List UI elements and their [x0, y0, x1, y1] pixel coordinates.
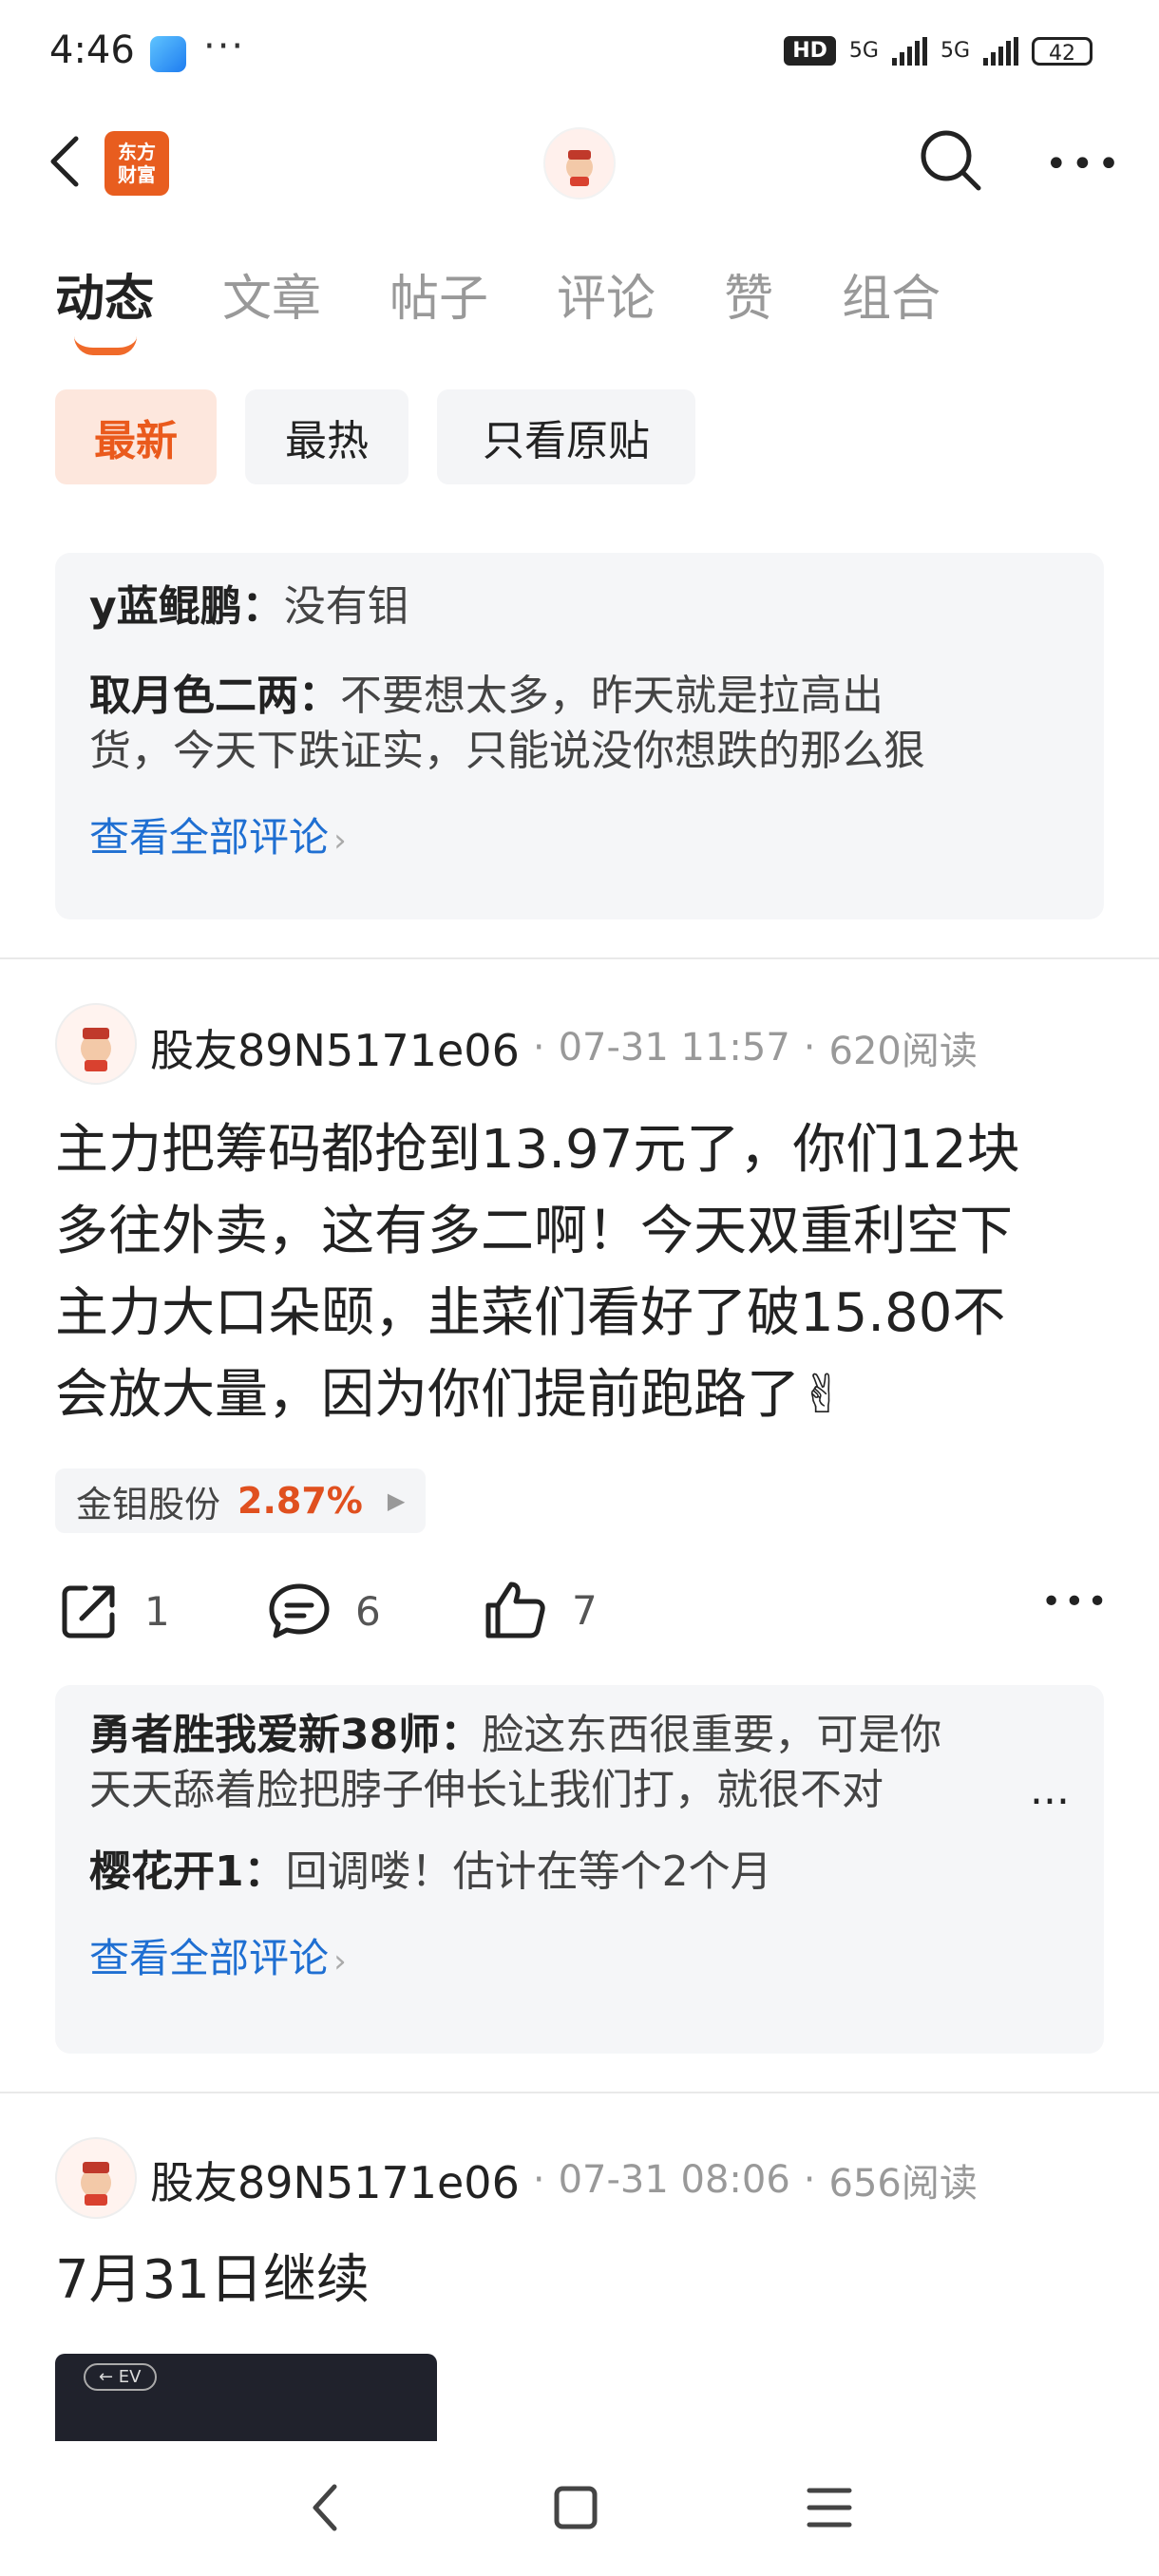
profile-tabs: 动态 文章 帖子 评论 赞 组合: [55, 258, 1009, 330]
meta-sep: ·: [532, 2158, 545, 2202]
filter-original-only[interactable]: 只看原贴: [437, 389, 695, 484]
share-button[interactable]: 1: [59, 1581, 170, 1641]
comment-preview-box: 勇者胜我爱新38师：脸这东西很重要，可是你 天天舔着脸把脖子伸长让我们打，就很不…: [55, 1685, 1104, 2054]
author-name[interactable]: 股友89N5171e06: [150, 1016, 520, 1079]
author-name[interactable]: 股友89N5171e06: [150, 2149, 520, 2211]
status-bar: 4:46 ··· HD 5G 5G 42: [0, 0, 1159, 104]
status-time: 4:46: [49, 28, 135, 72]
app-logo[interactable]: 东方 财富: [104, 131, 169, 196]
chevron-right-icon: ›: [333, 1942, 347, 1980]
tab-comments[interactable]: 评论: [557, 258, 656, 330]
nav-menu-icon[interactable]: [806, 2485, 853, 2530]
post-reads: 656阅读: [828, 2162, 978, 2206]
hd-icon: HD: [784, 36, 836, 66]
thumb-label: ← EV: [84, 2363, 157, 2391]
net-label-2: 5G: [940, 39, 970, 63]
post-reads: 620阅读: [828, 1030, 978, 1073]
comment-item: 樱花开1：回调喽！估计在等个2个月: [89, 1845, 1070, 1900]
like-count: 7: [572, 1586, 598, 1634]
see-all-label: 查看全部评论: [89, 814, 330, 861]
chevron-right-icon: ›: [333, 822, 347, 860]
back-icon[interactable]: [46, 133, 84, 190]
divider: [0, 957, 1159, 959]
see-all-comments-link[interactable]: 查看全部评论 ›: [89, 805, 1070, 863]
thumbs-up-icon: [485, 1582, 545, 1638]
comment-preview-box: y蓝鲲鹏：没有钼 取月色二两：不要想太多，昨天就是拉高出 货，今天下跌证实，只能…: [55, 553, 1104, 919]
tab-portfolio[interactable]: 组合: [842, 258, 940, 330]
commenter-name[interactable]: 勇者胜我爱新38师：: [89, 1711, 482, 1759]
search-icon[interactable]: [918, 127, 984, 194]
post-line: 主力把筹码都抢到13.97元了，你们12块: [55, 1119, 1020, 1181]
comment-text: 脸这东西很重要，可是你: [482, 1711, 942, 1759]
comment-text: 天天舔着脸把脖子伸长让我们打，就很不对: [89, 1766, 884, 1814]
post-date: 07-31 11:57: [558, 1026, 790, 1070]
comment-item: y蓝鲲鹏：没有钼: [89, 553, 1070, 635]
logo-text-2: 财富: [118, 163, 156, 186]
signal-icon: [983, 36, 1018, 66]
active-tab-indicator: [74, 336, 137, 355]
stock-tag[interactable]: 金钼股份 2.87% ▶: [55, 1468, 426, 1533]
mascot-icon: [566, 150, 593, 186]
comment-text: 回调喽！估计在等个2个月: [285, 1847, 772, 1896]
post-header: 股友89N5171e06 · 07-31 11:57 · 620阅读: [150, 1016, 978, 1079]
see-all-label: 查看全部评论: [89, 1935, 330, 1981]
status-indicators: HD 5G 5G 42: [784, 36, 1092, 66]
author-avatar[interactable]: [55, 2137, 137, 2219]
meta-sep: ·: [803, 2158, 816, 2202]
post-line: 主力大口朵颐，韭菜们看好了破15.80不: [55, 1282, 1006, 1344]
comment-text: 没有钼: [283, 582, 409, 631]
comment-item: 勇者胜我爱新38师：脸这东西很重要，可是你 天天舔着脸把脖子伸长让我们打，就很不…: [89, 1685, 1070, 1818]
tab-articles[interactable]: 文章: [222, 258, 321, 330]
post-body[interactable]: 主力把筹码都抢到13.97元了，你们12块 多往外卖，这有多二啊！今天双重利空下…: [55, 1109, 1110, 1436]
comment-item: 取月色二两：不要想太多，昨天就是拉高出 货，今天下跌证实，只能说没你想跌的那么狠: [89, 669, 1070, 779]
comment-button[interactable]: 6: [268, 1581, 381, 1641]
commenter-name[interactable]: 樱花开1：: [89, 1847, 286, 1896]
author-avatar[interactable]: [55, 1003, 137, 1085]
comment-count: 6: [355, 1587, 381, 1635]
post-date: 07-31 08:06: [558, 2158, 790, 2202]
more-options-icon[interactable]: •••: [1045, 142, 1124, 186]
like-button[interactable]: 7: [483, 1579, 598, 1641]
tab-posts[interactable]: 帖子: [390, 258, 488, 330]
post-line: 会放大量，因为你们提前跑路了✌: [55, 1364, 845, 1426]
net-label-1: 5G: [848, 39, 879, 63]
ellipsis: ...: [1030, 1766, 1070, 1814]
meta-sep: ·: [532, 1026, 545, 1070]
post-more-icon[interactable]: •••: [1041, 1582, 1111, 1621]
post-body[interactable]: 7月31日继续: [55, 2240, 370, 2321]
mascot-icon: [81, 1028, 111, 1071]
divider: [0, 2092, 1159, 2093]
logo-text-1: 东方: [118, 141, 156, 163]
post-header: 股友89N5171e06 · 07-31 08:06 · 656阅读: [150, 2149, 978, 2211]
comment-text: 货，今天下跌证实，只能说没你想跌的那么狠: [89, 727, 925, 775]
nav-home-icon[interactable]: [551, 2483, 600, 2532]
tab-likes[interactable]: 赞: [724, 258, 773, 330]
stock-name: 金钼股份: [76, 1483, 221, 1525]
filter-latest[interactable]: 最新: [55, 389, 217, 484]
signal-icon: [891, 36, 927, 66]
commenter-name[interactable]: 取月色二两：: [89, 672, 340, 720]
stock-change: 2.87%: [238, 1480, 363, 1522]
share-count: 1: [144, 1587, 170, 1635]
tab-dynamic[interactable]: 动态: [55, 258, 154, 330]
nav-back-icon[interactable]: [306, 2479, 344, 2536]
commenter-name[interactable]: y蓝鲲鹏：: [89, 582, 284, 631]
status-more-dots: ···: [203, 25, 246, 68]
system-nav-bar: [0, 2441, 1159, 2576]
user-avatar[interactable]: [543, 127, 616, 199]
filter-hottest[interactable]: 最热: [245, 389, 408, 484]
comment-icon: [269, 1583, 330, 1638]
play-triangle-icon: ▶: [387, 1487, 406, 1514]
see-all-comments-link[interactable]: 查看全部评论 ›: [89, 1926, 1070, 1984]
post-image-thumbnail[interactable]: ← EV: [55, 2354, 437, 2441]
share-icon: [62, 1585, 115, 1638]
post-line: 多往外卖，这有多二啊！今天双重利空下: [55, 1201, 1013, 1262]
mascot-icon: [81, 2162, 111, 2206]
battery-icon: 42: [1032, 36, 1092, 66]
comment-text: 不要想太多，昨天就是拉高出: [340, 672, 884, 720]
app-notification-icon: [150, 36, 186, 72]
meta-sep: ·: [803, 1026, 816, 1070]
